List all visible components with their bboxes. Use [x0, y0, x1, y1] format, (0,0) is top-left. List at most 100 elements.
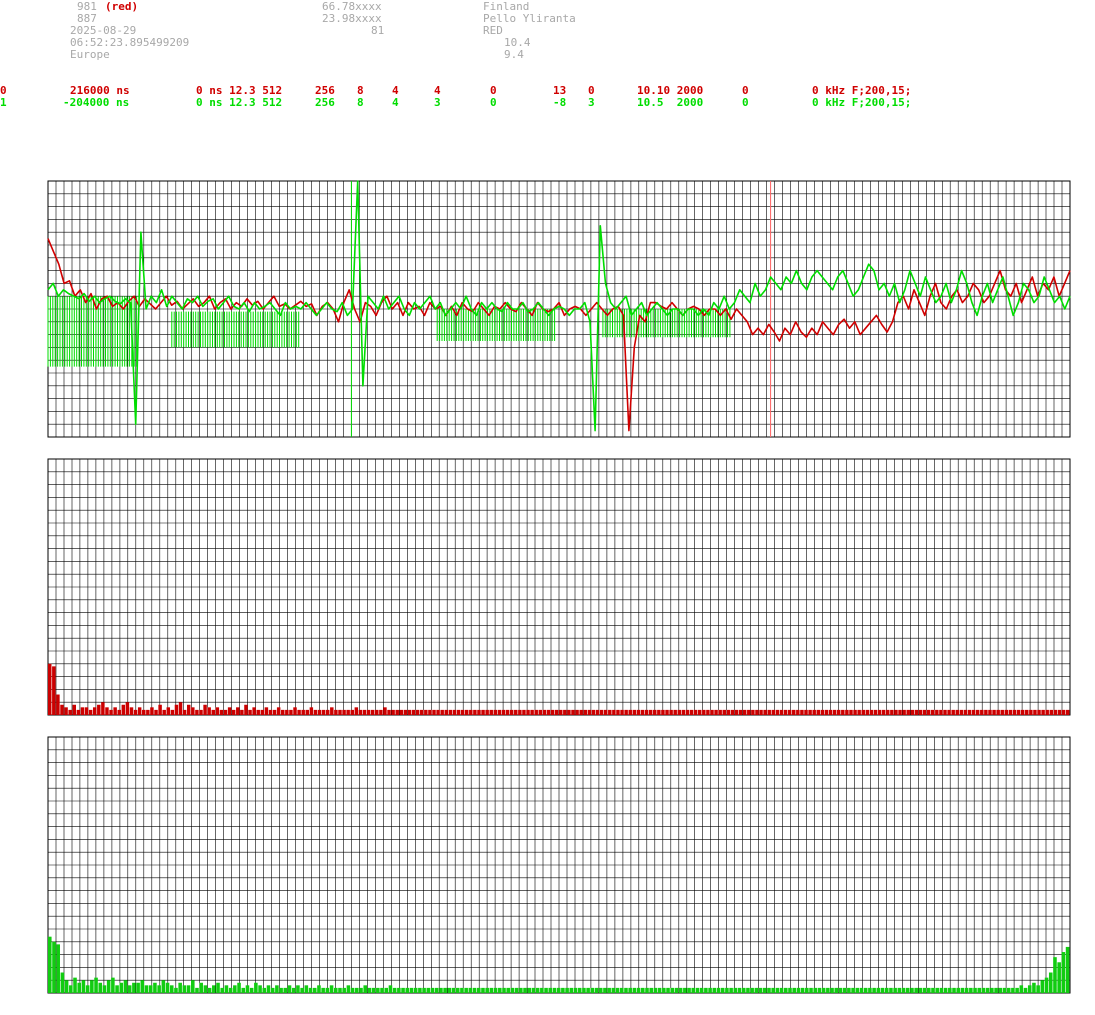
bar: [952, 987, 956, 993]
bar: [497, 709, 502, 715]
grid-lines: [47, 180, 1071, 438]
bar: [841, 709, 845, 715]
bar: [440, 709, 444, 715]
bar: [233, 985, 237, 993]
bar: [169, 985, 174, 993]
bar: [256, 709, 260, 715]
bar: [796, 709, 800, 715]
bar: [506, 987, 510, 993]
bar: [590, 987, 595, 993]
bar: [800, 709, 804, 715]
bar: [869, 709, 874, 715]
bar: [191, 980, 195, 993]
bar: [215, 707, 220, 715]
bar: [720, 987, 725, 993]
bar: [901, 987, 906, 993]
bar: [787, 709, 792, 715]
bar: [376, 987, 380, 993]
bar: [119, 982, 124, 993]
bar: [754, 987, 759, 993]
bar: [670, 987, 675, 993]
bar: [519, 987, 523, 993]
bar: [436, 709, 440, 715]
bar: [69, 985, 73, 993]
bar: [577, 987, 582, 993]
bar: [293, 707, 297, 715]
bar: [1045, 709, 1049, 715]
bar: [109, 709, 113, 715]
plot-grid-0: [47, 180, 1071, 438]
bar: [632, 709, 637, 715]
bar: [817, 987, 822, 993]
bar: [241, 987, 246, 993]
burst-band-1: [171, 311, 300, 348]
bar: [695, 987, 700, 993]
bar-series-2: [48, 936, 1070, 993]
bar: [455, 987, 460, 993]
bar: [502, 987, 506, 993]
bar: [943, 709, 947, 715]
bar: [563, 709, 567, 715]
bar: [244, 704, 248, 715]
bar: [805, 987, 809, 993]
bar: [317, 709, 322, 715]
bar: [68, 709, 72, 715]
bar: [325, 709, 330, 715]
bar: [98, 982, 103, 993]
grid-lines: [47, 458, 1071, 716]
bar: [101, 702, 105, 715]
bar: [275, 985, 279, 993]
bar: [893, 987, 897, 993]
bar: [334, 709, 338, 715]
bar: [111, 977, 115, 993]
bar: [346, 709, 350, 715]
plot-grid-2: [47, 736, 1071, 994]
bar: [550, 709, 555, 715]
bar: [354, 707, 359, 715]
bar: [1025, 709, 1029, 715]
bar: [948, 987, 952, 993]
bar: [452, 709, 457, 715]
bar: [158, 704, 162, 715]
bar: [346, 985, 351, 993]
bar: [430, 987, 435, 993]
bar: [865, 709, 870, 715]
bar: [951, 709, 955, 715]
bar: [199, 982, 203, 993]
bar: [762, 987, 767, 993]
bar: [530, 709, 534, 715]
bar: [1049, 709, 1054, 715]
bar: [678, 987, 683, 993]
bar: [683, 987, 687, 993]
bar: [657, 709, 661, 715]
bar: [918, 987, 923, 993]
bar: [779, 987, 784, 993]
bar: [308, 987, 313, 993]
bar: [223, 709, 228, 715]
bar: [624, 709, 628, 715]
bar: [473, 709, 477, 715]
bar: [405, 987, 410, 993]
bar: [266, 985, 271, 993]
bar: [1048, 972, 1053, 993]
bar: [481, 709, 485, 715]
bar: [270, 987, 275, 993]
bar: [291, 987, 296, 993]
bar: [313, 709, 318, 715]
bar: [333, 987, 338, 993]
bar: [272, 709, 277, 715]
bar: [1023, 987, 1028, 993]
bar: [85, 985, 90, 993]
bar: [321, 709, 326, 715]
bar: [460, 987, 464, 993]
bar: [734, 709, 739, 715]
bar: [914, 709, 919, 715]
bar: [367, 987, 372, 993]
bar: [821, 987, 826, 993]
bar: [522, 709, 526, 715]
bar: [889, 987, 893, 993]
bar: [448, 709, 453, 715]
bar: [472, 987, 477, 993]
bar: [90, 980, 94, 993]
bar: [287, 985, 292, 993]
